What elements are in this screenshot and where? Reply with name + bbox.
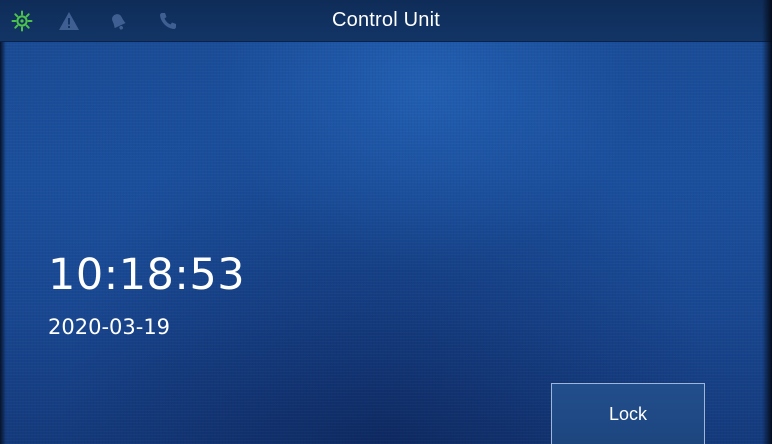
screen-bezel-left	[0, 41, 6, 444]
status-bar: Control Unit	[0, 0, 772, 42]
control-unit-screen: Control Unit 10:18:53 2020-03-19 Lock	[0, 0, 772, 444]
lock-button[interactable]: Lock	[551, 383, 705, 444]
clock-time: 10:18:53	[48, 250, 246, 300]
clock-date: 2020-03-19	[48, 315, 171, 339]
screen-bezel-right	[762, 0, 772, 444]
page-title: Control Unit	[332, 9, 440, 31]
